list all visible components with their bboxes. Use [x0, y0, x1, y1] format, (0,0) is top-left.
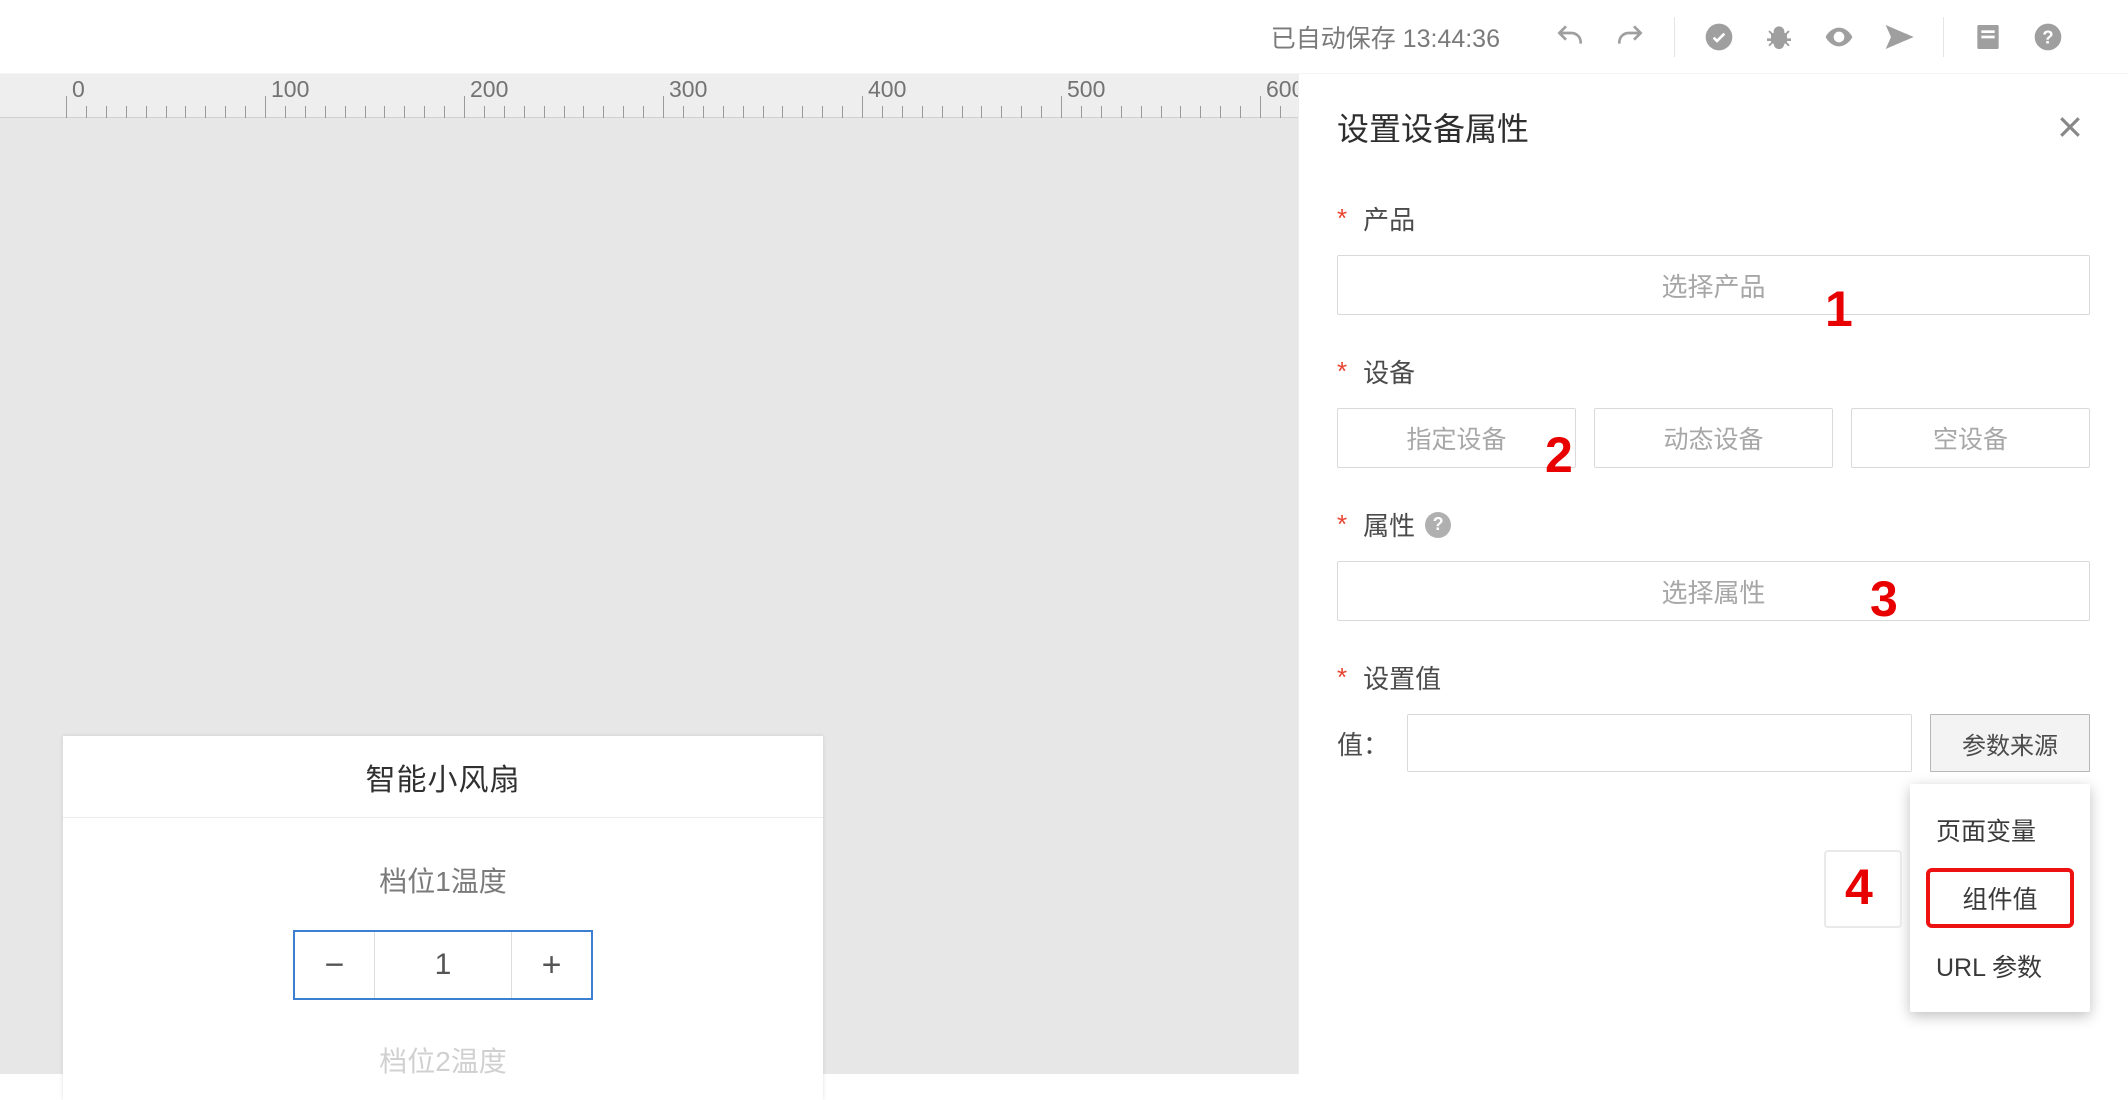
panel-close-button[interactable] — [2050, 107, 2090, 147]
debug-button[interactable] — [1749, 7, 1809, 67]
device-options: 指定设备 动态设备 空设备 — [1337, 408, 2090, 468]
param-menu-component-value[interactable]: 组件值 — [1926, 868, 2074, 928]
stepper-plus-button[interactable]: + — [511, 932, 591, 998]
attribute-help-icon[interactable]: ? — [1425, 512, 1451, 538]
widget-body: 档位1温度 − 1 + 档位2温度 — [63, 818, 823, 1100]
help-icon: ? — [2032, 21, 2064, 53]
section-product: *产品 选择产品 — [1337, 200, 2090, 315]
bug-icon — [1763, 21, 1795, 53]
section-setvalue: *设置值 值： 参数来源 — [1337, 659, 2090, 772]
help-button[interactable]: ? — [2018, 7, 2078, 67]
param-menu-url-param[interactable]: URL 参数 — [1910, 934, 2090, 998]
attribute-label: 属性 — [1363, 506, 1415, 543]
ruler-label: 0 — [72, 76, 85, 103]
top-toolbar: 已自动保存 13:44:36 ? — [0, 0, 2128, 74]
check-button[interactable] — [1689, 7, 1749, 67]
ruler-label: 300 — [669, 76, 707, 103]
param-source-button[interactable]: 参数来源 — [1930, 714, 2090, 772]
quantity-stepper[interactable]: − 1 + — [293, 930, 593, 1000]
value-input[interactable] — [1407, 714, 1912, 772]
product-label: 产品 — [1363, 200, 1415, 237]
eye-icon — [1823, 21, 1855, 53]
check-circle-icon — [1703, 21, 1735, 53]
param-source-menu: 页面变量 组件值 URL 参数 — [1910, 784, 2090, 1012]
note-icon — [1972, 21, 2004, 53]
panel-header: 设置设备属性 — [1337, 104, 2090, 150]
separator — [1674, 17, 1675, 57]
send-icon — [1883, 21, 1915, 53]
product-select-placeholder: 选择产品 — [1661, 267, 1765, 304]
field1-label: 档位1温度 — [93, 860, 793, 900]
device-label: 设备 — [1363, 353, 1415, 390]
undo-button[interactable] — [1540, 7, 1600, 67]
widget-card[interactable]: 智能小风扇 档位1温度 − 1 + 档位2温度 — [63, 736, 823, 1100]
ruler-label: 100 — [271, 76, 309, 103]
device-option-empty[interactable]: 空设备 — [1851, 408, 2090, 468]
undo-icon — [1554, 21, 1586, 53]
product-select[interactable]: 选择产品 — [1337, 255, 2090, 315]
panel-title: 设置设备属性 — [1337, 104, 1529, 150]
device-option-dynamic[interactable]: 动态设备 — [1594, 408, 1833, 468]
redo-icon — [1614, 21, 1646, 53]
section-attribute: * 属性 ? 选择属性 — [1337, 506, 2090, 621]
value-field-label: 值： — [1337, 725, 1389, 762]
notes-button[interactable] — [1958, 7, 2018, 67]
preview-button[interactable] — [1809, 7, 1869, 67]
setvalue-label: 设置值 — [1363, 659, 1441, 696]
separator — [1943, 17, 1944, 57]
attribute-select[interactable]: 选择属性 — [1337, 561, 2090, 621]
horizontal-ruler: 0100200300400500600 — [0, 74, 1300, 118]
properties-panel: 设置设备属性 *产品 选择产品 *设备 指定设备 动态设备 空设备 * — [1298, 74, 2128, 1074]
ruler-label: 500 — [1067, 76, 1105, 103]
stepper-value: 1 — [375, 932, 511, 998]
device-option-specify[interactable]: 指定设备 — [1337, 408, 1576, 468]
attribute-select-placeholder: 选择属性 — [1661, 573, 1765, 610]
param-menu-page-variable[interactable]: 页面变量 — [1910, 798, 2090, 862]
stepper-minus-button[interactable]: − — [295, 932, 375, 998]
ruler-label: 400 — [868, 76, 906, 103]
close-icon — [2055, 112, 2085, 142]
publish-button[interactable] — [1869, 7, 1929, 67]
svg-text:?: ? — [2042, 26, 2053, 47]
widget-title: 智能小风扇 — [63, 736, 823, 818]
field2-label: 档位2温度 — [93, 1040, 793, 1080]
redo-button[interactable] — [1600, 7, 1660, 67]
section-device: *设备 指定设备 动态设备 空设备 — [1337, 353, 2090, 468]
autosave-status: 已自动保存 13:44:36 — [1271, 19, 1500, 55]
ruler-label: 200 — [470, 76, 508, 103]
